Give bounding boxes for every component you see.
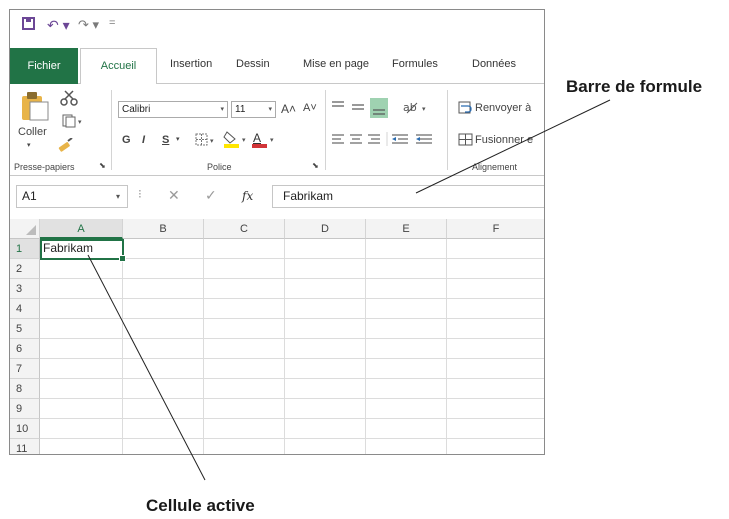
active-cell-callout: Cellule active: [146, 496, 255, 515]
active-cell-callout-line: [87, 254, 206, 481]
formula-bar-callout-line: [415, 99, 611, 194]
formula-bar-callout: Barre de formule: [566, 77, 703, 96]
